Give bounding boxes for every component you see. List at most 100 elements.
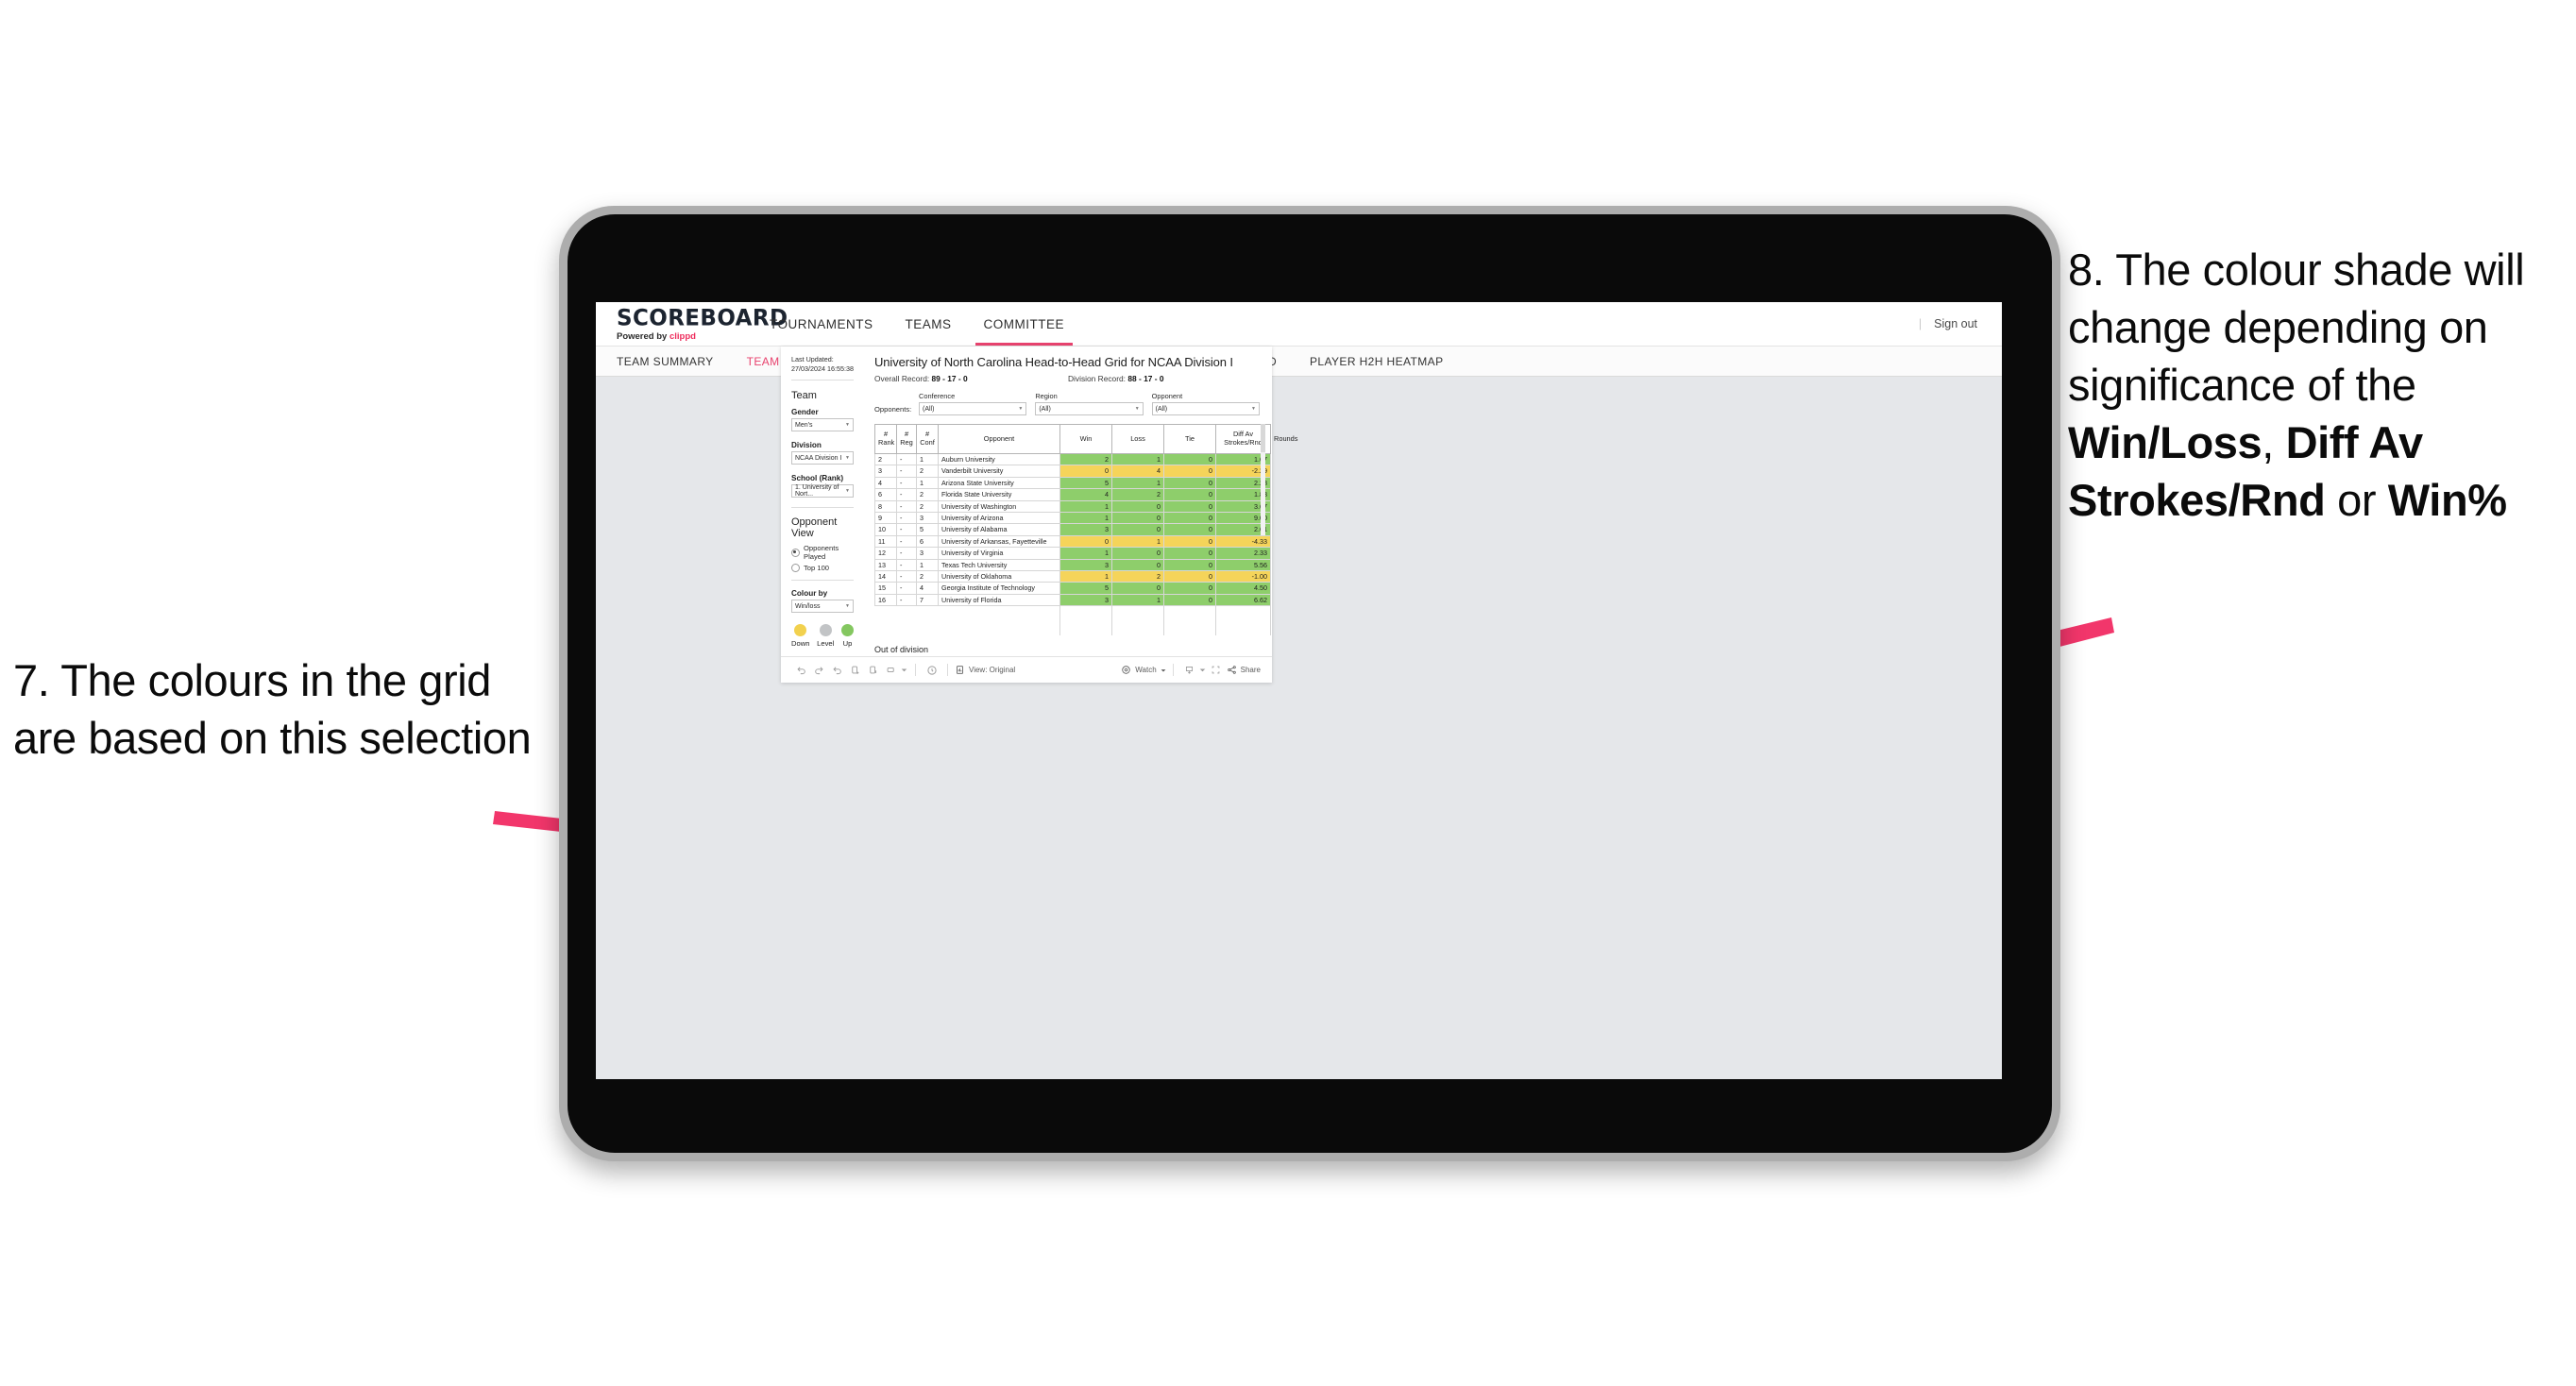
- download-icon[interactable]: [1180, 661, 1198, 679]
- empty-cell: [1215, 605, 1271, 636]
- school-label: School (Rank): [791, 474, 844, 483]
- share-button[interactable]: Share: [1227, 665, 1261, 675]
- subnav-item-player-h2h-heatmap[interactable]: PLAYER H2H HEATMAP: [1310, 355, 1461, 368]
- filter-conference-select[interactable]: (All) ▼: [919, 402, 1027, 415]
- chevron-down-icon[interactable]: [900, 661, 908, 679]
- table-scrollbar-thumb[interactable]: [1261, 424, 1265, 452]
- undo-icon[interactable]: [792, 661, 810, 679]
- division-record: Division Record: 88 - 17 - 0: [1068, 374, 1164, 383]
- watch-button[interactable]: Watch: [1121, 665, 1166, 675]
- legend-label: Up: [842, 639, 853, 649]
- filter-opponent-select[interactable]: (All) ▼: [1151, 402, 1260, 415]
- column-header-loss[interactable]: Loss: [1111, 424, 1164, 454]
- radio-top-100[interactable]: Top 100: [791, 564, 854, 573]
- cell-win: 3: [1059, 523, 1112, 536]
- cell-reg: -: [896, 534, 917, 549]
- filter-opponent-label: Opponent: [1151, 392, 1183, 400]
- column-header-rank[interactable]: # Rank: [874, 424, 897, 454]
- cell-reg: -: [896, 476, 917, 490]
- cell-win: 1: [1059, 569, 1112, 583]
- annotation-8-bold-winpct: Win%: [2387, 475, 2507, 526]
- revert-icon[interactable]: [828, 661, 846, 679]
- table-row[interactable]: 12-3University of Virginia1002.333: [874, 547, 1271, 560]
- signout-link[interactable]: Sign out: [1934, 317, 1977, 330]
- fullscreen-icon[interactable]: [1207, 661, 1225, 679]
- cell-opponent: Vanderbilt University: [938, 465, 1060, 478]
- table-row[interactable]: 4-1Arizona State University5102.2817: [874, 476, 1271, 490]
- cell-diff: 5.56: [1215, 558, 1271, 571]
- colour-by-label: Colour by: [791, 589, 828, 599]
- subnav-item-team-summary[interactable]: TEAM SUMMARY: [617, 355, 732, 368]
- radio-opponents-played[interactable]: Opponents Played: [791, 544, 854, 561]
- filter-region-select[interactable]: (All) ▼: [1035, 402, 1144, 415]
- cell-reg: -: [896, 452, 917, 466]
- cell-win: 1: [1059, 499, 1112, 513]
- column-header-reg[interactable]: # Reg: [896, 424, 917, 454]
- table-row[interactable]: 14-2University of Oklahoma120-1.009: [874, 569, 1271, 583]
- division-select[interactable]: NCAA Division I ▼: [791, 451, 854, 465]
- table-row[interactable]: 16-7University of Florida3106.629: [874, 593, 1271, 607]
- radio-icon-selected: [791, 548, 800, 557]
- topnav-item-tournaments[interactable]: TOURNAMENTS: [754, 302, 890, 346]
- cell-reg: -: [896, 547, 917, 560]
- cell-reg: -: [896, 523, 917, 536]
- table-row[interactable]: 6-2Florida State University4201.8312: [874, 488, 1271, 501]
- division-record-label: Division Record:: [1068, 374, 1128, 383]
- cell-diff: 6.62: [1215, 593, 1271, 607]
- refresh-icon[interactable]: [846, 661, 864, 679]
- visualization-card: Last Updated: 27/03/2024 16:55:38 Team G…: [781, 346, 1297, 683]
- division-record-value: 88 - 17 - 0: [1127, 374, 1164, 383]
- overall-record: Overall Record: 89 - 17 - 0: [874, 374, 1068, 383]
- column-header-conf[interactable]: # Conf: [916, 424, 939, 454]
- gender-select[interactable]: Men's ▼: [791, 418, 854, 432]
- cell-loss: 1: [1111, 476, 1164, 490]
- brand-subtitle: Powered by clippd: [617, 331, 754, 342]
- table-row[interactable]: 2-1Auburn University2101.679: [874, 452, 1271, 466]
- redo-icon[interactable]: [810, 661, 828, 679]
- column-header-opponent[interactable]: Opponent: [938, 424, 1060, 454]
- column-header-tie[interactable]: Tie: [1163, 424, 1216, 454]
- view-original-button[interactable]: View: Original: [955, 665, 1015, 675]
- brand-logo[interactable]: SCOREBOARD Powered by clippd: [596, 302, 788, 346]
- table-row[interactable]: 11-6 University of Arkansas, Fayetteville…: [874, 534, 1271, 549]
- cell-tie: 0: [1163, 569, 1216, 583]
- topnav-item-teams[interactable]: TEAMS: [890, 302, 968, 346]
- table-row[interactable]: 3-2Vanderbilt University040-2.298: [874, 465, 1271, 478]
- cell-opponent: University of Arizona: [938, 511, 1060, 525]
- topnav-item-committee[interactable]: COMMITTEE: [968, 302, 1081, 346]
- toolbar-divider-1: [915, 664, 916, 676]
- table-row[interactable]: 9-3University of Arizona1009.002: [874, 511, 1271, 525]
- school-value: 1. University of Nort...: [795, 484, 839, 499]
- cell-win: 1: [1059, 547, 1112, 560]
- cell-win: 4: [1059, 488, 1112, 501]
- cell-opponent: Auburn University: [938, 452, 1060, 466]
- cell-rank: 14: [874, 569, 897, 583]
- cell-conf: 2: [916, 499, 939, 513]
- chevron-down-icon: ▼: [845, 455, 850, 462]
- cell-loss: 1: [1111, 593, 1164, 607]
- empty-cell: [1111, 605, 1164, 636]
- table-row[interactable]: 10-5University of Alabama3002.618: [874, 523, 1271, 536]
- cell-tie: 0: [1163, 499, 1216, 513]
- cell-conf: 5: [916, 523, 939, 536]
- help-icon[interactable]: [923, 661, 941, 679]
- device-layout-icon[interactable]: [882, 661, 900, 679]
- chevron-down-icon[interactable]: [1198, 661, 1207, 679]
- table-row[interactable]: 8-2University of Washington1003.673: [874, 499, 1271, 513]
- cell-rank: 6: [874, 488, 897, 501]
- table-row[interactable]: 13-1Texas Tech University3005.569: [874, 558, 1271, 571]
- filter-opponent-value: (All): [1155, 405, 1168, 413]
- table-row[interactable]: 15-4 Georgia Institute of Technology 5 0 0 4.…: [874, 582, 1271, 595]
- legend-label: Level: [817, 639, 835, 649]
- chevron-down-icon: [1161, 668, 1166, 671]
- cell-rank: 2: [874, 452, 897, 466]
- annotation-8-pre: 8. The colour shade will change dependin…: [2068, 245, 2525, 411]
- pause-icon[interactable]: [864, 661, 882, 679]
- school-select[interactable]: 1. University of Nort... ▼: [791, 484, 854, 499]
- cell-rank: 10: [874, 523, 897, 536]
- colour-by-select[interactable]: Win/loss ▼: [791, 600, 854, 614]
- cell-opponent: University of Arkansas, Fayetteville: [938, 534, 1060, 549]
- column-header-win[interactable]: Win: [1059, 424, 1112, 454]
- cell-win: 1: [1059, 511, 1112, 525]
- opponents-label: Opponents:: [874, 405, 912, 414]
